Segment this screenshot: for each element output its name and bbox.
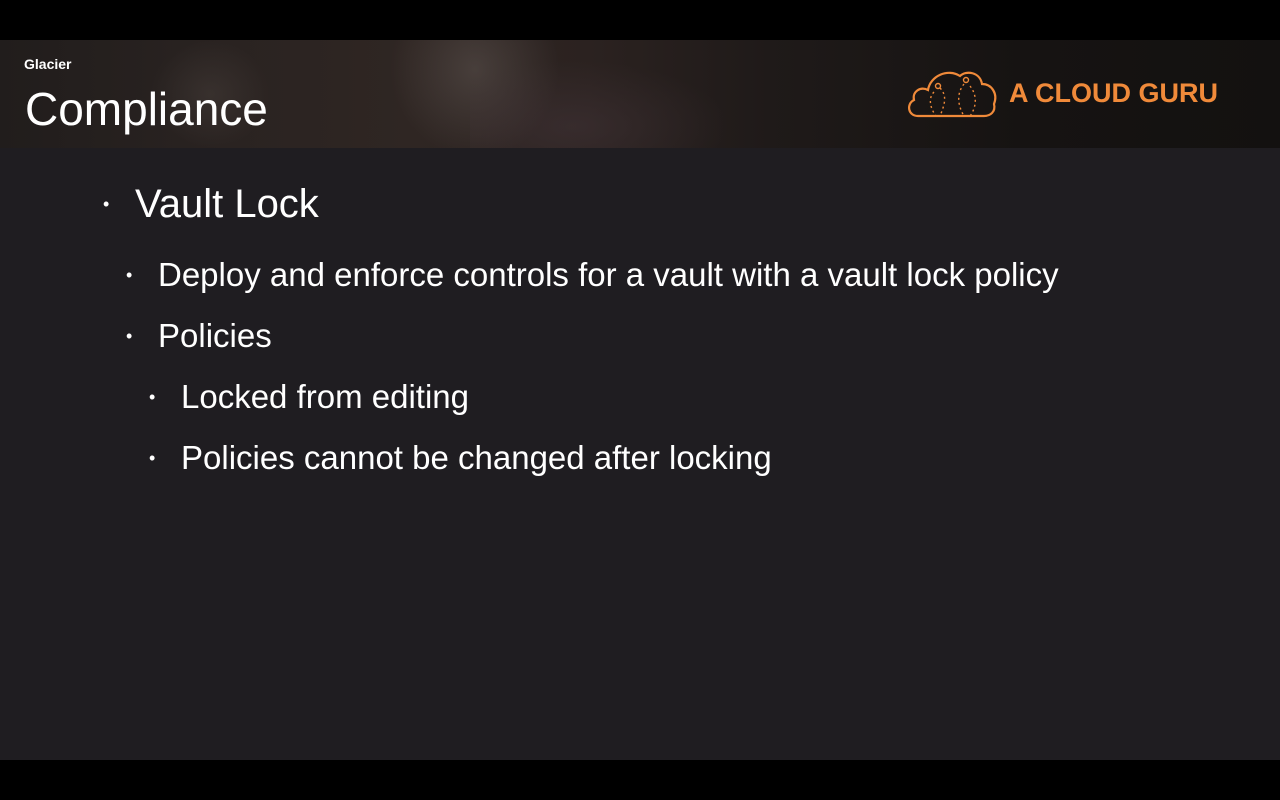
bullet-dot-icon: • [126,265,133,285]
bullet-text: Policies cannot be changed after locking [181,439,772,476]
section-label: Glacier [24,56,72,72]
brand-logo: A CLOUD GURU [904,66,1244,122]
bullet-dot-icon: • [126,326,133,346]
bullet-item: • Locked from editing [149,378,469,416]
cloud-logo-icon [908,71,997,118]
letterbox-top [0,0,1280,40]
bullet-dot-icon: • [103,194,110,214]
bullet-text: Locked from editing [181,378,469,415]
bullet-text: Deploy and enforce controls for a vault … [158,256,1059,293]
bullet-dot-icon: • [149,387,156,407]
bullet-item: • Deploy and enforce controls for a vaul… [126,256,1059,294]
presentation-slide: Glacier Compliance A CLOUD GURU • Vault … [0,40,1280,760]
brand-logo-text: A CLOUD GURU [1009,78,1218,108]
bullet-text: Vault Lock [135,182,319,226]
slide-header: Glacier Compliance A CLOUD GURU [0,40,1280,148]
bullet-dot-icon: • [149,448,156,468]
slide-content: • Vault Lock • Deploy and enforce contro… [0,148,1280,760]
bullet-item: • Policies cannot be changed after locki… [149,439,772,477]
letterbox-bottom [0,760,1280,800]
bullet-text: Policies [158,317,272,354]
background-video-shape [470,60,730,148]
bullet-item: • Policies [126,317,272,355]
slide-title: Compliance [25,83,268,135]
bullet-item: • Vault Lock [103,182,319,227]
